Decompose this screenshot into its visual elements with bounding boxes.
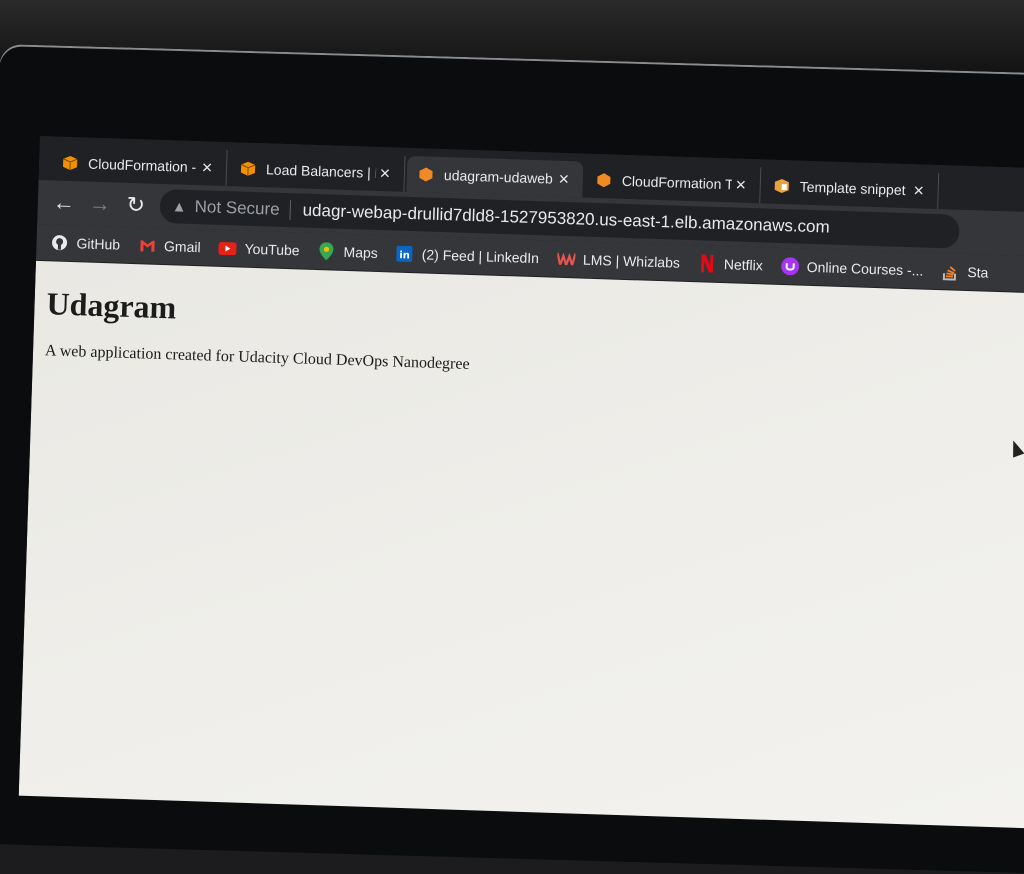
close-icon[interactable]: × [731, 174, 750, 196]
bookmark-label: (2) Feed | LinkedIn [421, 246, 540, 267]
bookmark-maps[interactable]: Maps [317, 242, 378, 262]
bookmark-stackoverflow[interactable]: Sta [941, 262, 989, 282]
stackoverflow-icon [941, 262, 960, 281]
page-title: Udagram [46, 285, 177, 326]
close-icon[interactable]: × [376, 162, 395, 184]
page-description: A web application created for Udacity Cl… [44, 342, 470, 373]
url-text[interactable]: udagr-webap-drullid7dld8-1527953820.us-e… [302, 201, 830, 238]
tab-cloudformation-templates[interactable]: CloudFormation T × [584, 161, 762, 204]
svg-text:in: in [400, 250, 411, 261]
tab-title: CloudFormation T [621, 172, 733, 193]
github-icon [50, 233, 69, 252]
tab-title: Load Balancers | E [265, 161, 377, 181]
tab-title: Template snippet [799, 178, 906, 198]
bookmark-netflix[interactable]: Netflix [698, 254, 763, 274]
bookmark-gmail[interactable]: Gmail [138, 236, 201, 256]
aws-docs-icon [772, 177, 791, 196]
maps-icon [317, 242, 336, 261]
back-icon[interactable]: ← [45, 184, 82, 221]
bookmark-label: LMS | Whizlabs [582, 251, 681, 271]
bookmark-label: GitHub [76, 235, 121, 253]
bookmark-label: Sta [967, 264, 989, 281]
bookmark-label: YouTube [244, 240, 300, 259]
bookmark-label: Gmail [163, 238, 201, 256]
bookmark-label: Netflix [723, 256, 764, 274]
tab-template-snippets[interactable]: Template snippet × [762, 167, 940, 210]
bookmark-linkedin[interactable]: in (2) Feed | LinkedIn [395, 245, 539, 268]
tab-title: udagram-udaweb [443, 167, 554, 187]
bookmark-label: Online Courses -... [806, 258, 924, 279]
netflix-icon [698, 254, 717, 273]
warning-icon[interactable]: ▲ [172, 198, 187, 215]
whizlabs-icon [556, 250, 576, 269]
aws-box-icon [61, 154, 80, 173]
tab-udagram[interactable]: udagram-udaweb × [406, 155, 584, 198]
close-icon[interactable]: × [555, 168, 574, 190]
omnibox-divider [289, 200, 291, 221]
close-icon[interactable]: × [198, 157, 217, 179]
close-icon[interactable]: × [909, 180, 928, 202]
bookmark-github[interactable]: GitHub [50, 233, 120, 253]
bookmark-whizlabs[interactable]: LMS | Whizlabs [556, 250, 681, 272]
aws-cloudformation-icon [595, 171, 614, 190]
youtube-icon [218, 239, 237, 258]
tab-load-balancers[interactable]: Load Balancers | E × [228, 150, 406, 192]
gmail-icon [138, 236, 157, 255]
linkedin-icon: in [395, 245, 414, 264]
page-content: Udagram A web application created for Ud… [18, 260, 1024, 829]
forward-icon[interactable]: → [81, 185, 118, 222]
tab-title: CloudFormation - [87, 155, 197, 176]
aws-box-icon [239, 159, 258, 178]
bookmark-udemy[interactable]: Online Courses -... [780, 257, 924, 280]
bookmark-youtube[interactable]: YouTube [218, 239, 300, 260]
udemy-icon [780, 257, 799, 276]
aws-cloudformation-icon [417, 165, 436, 184]
reload-icon[interactable]: ↻ [117, 187, 154, 224]
tab-cloudformation[interactable]: CloudFormation - × [50, 144, 228, 187]
bookmark-label: Maps [343, 243, 379, 261]
browser-window: CloudFormation - × Load Balancers | E × … [18, 136, 1024, 829]
security-indicator[interactable]: Not Secure [194, 197, 280, 220]
